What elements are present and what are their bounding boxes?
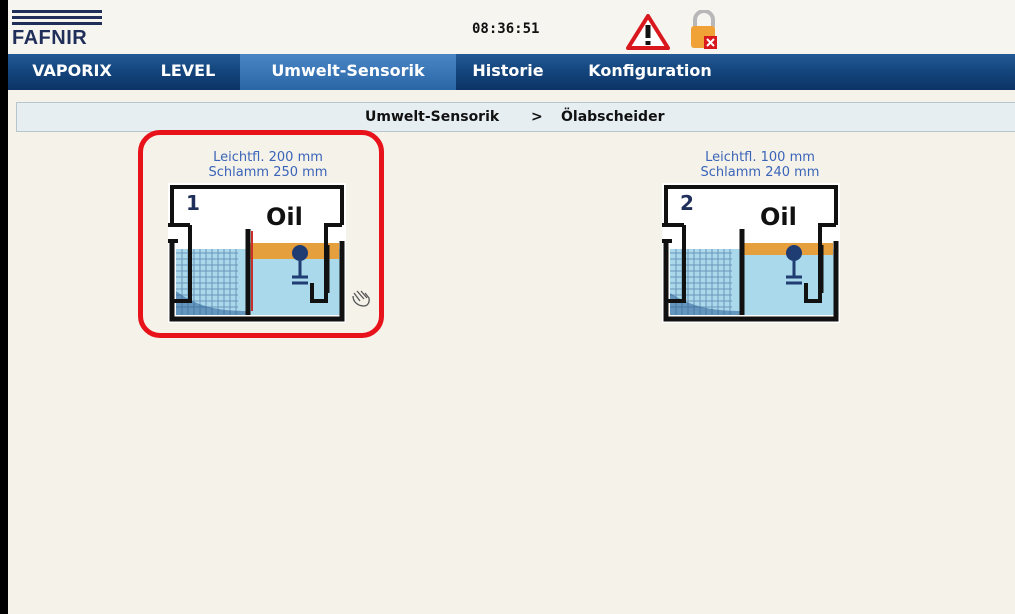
- separator-2-readings: Leichtfl. 100 mm Schlamm 240 mm: [660, 150, 860, 180]
- separator-1-number: 1: [186, 191, 200, 215]
- brand-name: FAFNIR: [12, 27, 88, 49]
- separator-2-number: 2: [680, 191, 694, 215]
- clock: 08:36:51: [472, 21, 540, 37]
- breadcrumb-current: Ölabscheider: [561, 109, 665, 125]
- oil-separator-1-button[interactable]: 1 Oil: [168, 183, 346, 323]
- breadcrumb-parent[interactable]: Umwelt-Sensorik: [365, 109, 499, 125]
- separator-2-light-liquid: Leichtfl. 100 mm: [705, 150, 815, 165]
- separator-1-oil-label: Oil: [266, 203, 303, 231]
- separator-1-light-liquid: Leichtfl. 200 mm: [213, 150, 323, 165]
- separator-2-oil-label: Oil: [760, 203, 797, 231]
- tab-level[interactable]: LEVEL: [136, 54, 240, 90]
- tab-konfiguration[interactable]: Konfiguration: [560, 54, 740, 90]
- oil-separator-2-button[interactable]: 2 Oil: [662, 183, 840, 323]
- fafnir-logo: FAFNIR: [12, 10, 104, 50]
- lock-icon[interactable]: [688, 10, 720, 50]
- main-navigation: VAPORIX LEVEL Umwelt-Sensorik Historie K…: [8, 54, 1015, 90]
- tab-vaporix[interactable]: VAPORIX: [8, 54, 136, 90]
- tab-umwelt-sensorik[interactable]: Umwelt-Sensorik: [240, 54, 456, 90]
- display-screen: FAFNIR 08:36:51 VAPORIX LEVEL Umwelt-Sen…: [8, 0, 1015, 614]
- separator-2-sludge: Schlamm 240 mm: [700, 165, 820, 180]
- tab-historie[interactable]: Historie: [456, 54, 560, 90]
- breadcrumb-separator: >: [531, 109, 543, 125]
- separator-1-sludge: Schlamm 250 mm: [208, 165, 328, 180]
- alarm-warning-icon[interactable]: [626, 14, 670, 50]
- breadcrumb: Umwelt-Sensorik > Ölabscheider: [16, 102, 1015, 132]
- header-bar: FAFNIR 08:36:51: [8, 0, 1015, 54]
- separator-1-readings: Leichtfl. 200 mm Schlamm 250 mm: [168, 150, 368, 180]
- touch-hand-icon: [352, 290, 370, 307]
